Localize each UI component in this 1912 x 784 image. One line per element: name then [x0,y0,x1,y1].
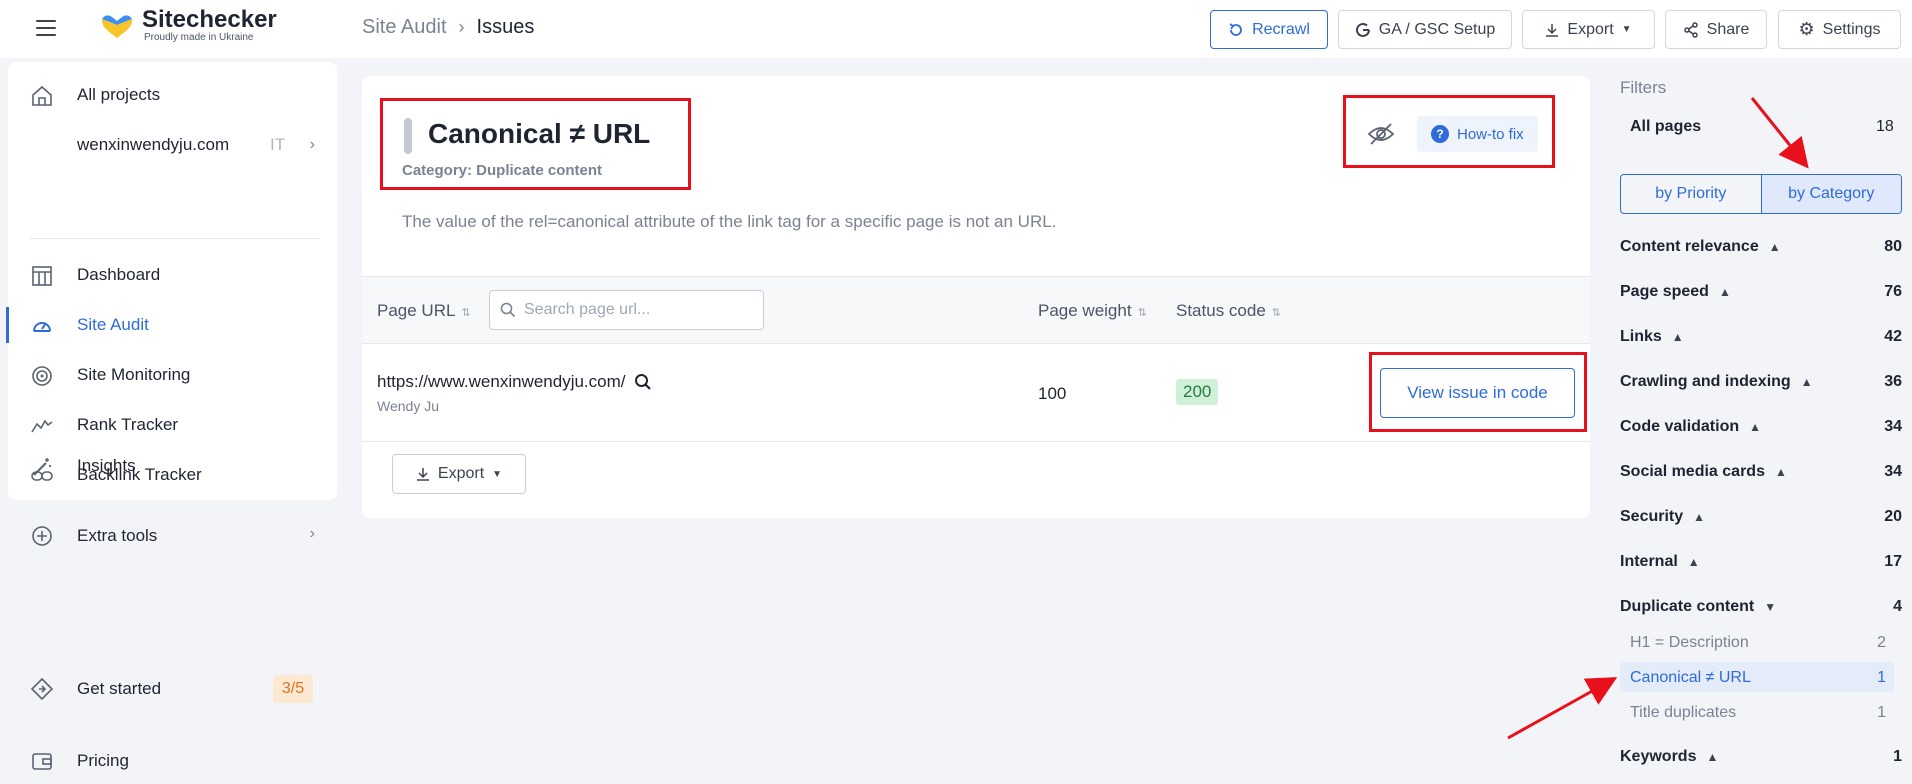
annotation-arrows [1507,97,1809,740]
